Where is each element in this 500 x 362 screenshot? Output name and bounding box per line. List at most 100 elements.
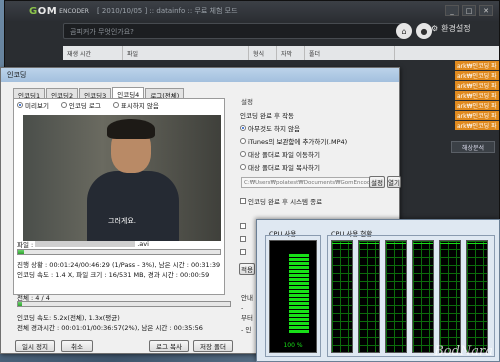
table-row[interactable]: ark₩인코딩 파	[455, 81, 499, 90]
table-row[interactable]: ark₩인코딩 파	[455, 121, 499, 130]
file-progress-fill	[18, 250, 25, 254]
checkbox-icon	[240, 236, 246, 242]
usage-segment	[289, 330, 309, 333]
analyze-button[interactable]: 해상분석	[451, 141, 495, 153]
after-encoding-options: 아무것도 하지 않음 iTunes의 보관함에 추가하기(.MP4) 대상 폴더…	[240, 123, 347, 172]
usage-segment	[289, 258, 309, 261]
file-label: 파일 :	[17, 241, 34, 249]
partial-checkbox[interactable]	[240, 236, 246, 242]
cpu-core-graph	[331, 240, 353, 353]
path-open-button[interactable]: 열기	[387, 176, 401, 188]
usage-segment	[289, 326, 309, 329]
search-input[interactable]: 곰피커가 무엇인가요?	[63, 23, 403, 39]
table-row[interactable]: ark₩인코딩 파	[455, 71, 499, 80]
radio-do-nothing[interactable]: 아무것도 하지 않음	[240, 123, 347, 133]
usage-segment	[289, 282, 309, 285]
close-icon[interactable]: ✕	[479, 5, 493, 16]
cpu-history-line	[413, 243, 433, 244]
cancel-button[interactable]: 취소	[61, 340, 93, 352]
guide-label: 안내	[241, 294, 253, 302]
maximize-icon[interactable]: □	[462, 5, 476, 16]
usage-segment	[289, 270, 309, 273]
cpu-history-line	[359, 243, 379, 244]
minimize-icon[interactable]: _	[445, 5, 459, 16]
column-header[interactable]: 형식	[249, 46, 277, 60]
cpu-history-line	[467, 243, 487, 244]
table-row[interactable]: ark₩인코딩 파	[455, 101, 499, 110]
chat-icon[interactable]: ●	[416, 23, 432, 39]
gom-logo: GOM	[29, 5, 58, 17]
settings-section-title: 설정	[241, 98, 253, 106]
queue-rows: ark₩인코딩 파 ark₩인코딩 파 ark₩인코딩 파 ark₩인코딩 파 …	[455, 61, 499, 131]
guide-text-3: - 인	[241, 326, 252, 334]
home-icon[interactable]: ⌂	[396, 23, 412, 39]
radio-icon	[60, 102, 67, 108]
cpu-core-graph	[412, 240, 434, 353]
usage-segment	[289, 306, 309, 309]
tab-encoding-4[interactable]: 인코딩4	[112, 87, 145, 99]
radio-itunes[interactable]: iTunes의 보관함에 추가하기(.MP4)	[240, 136, 347, 146]
column-header[interactable]: 자막	[277, 46, 305, 60]
pause-button[interactable]: 일시 정지	[15, 340, 55, 352]
apply-button-partial[interactable]: 적용	[239, 263, 255, 275]
table-row[interactable]: ark₩인코딩 파	[455, 91, 499, 100]
usage-segment	[289, 274, 309, 277]
radio-icon	[240, 138, 246, 144]
radio-encoding-log[interactable]: 인코딩 로그	[60, 100, 101, 110]
shutdown-checkbox[interactable]: 인코딩 완료 후 시스템 종료	[240, 196, 322, 206]
tab-encoding-3[interactable]: 인코딩3	[79, 88, 112, 100]
preview-mode-options: 미리보기 인코딩 로그 표시하지 않음	[17, 100, 159, 110]
radio-copy-file[interactable]: 대상 폴더로 파일 복사하기	[240, 162, 347, 172]
table-row[interactable]: ark₩인코딩 파	[455, 111, 499, 120]
usage-segment	[289, 278, 309, 281]
encoding-tabs: 인코딩1 인코딩2 인코딩3 인코딩4 로그(전체)	[13, 87, 185, 100]
window-controls: _ □ ✕	[445, 5, 493, 16]
queue-table-header: 재생 시간 파일 형식 자막 폴더	[63, 46, 499, 60]
usage-segment	[289, 302, 309, 305]
radio-hide[interactable]: 표시하지 않음	[112, 100, 159, 110]
column-header[interactable]: 재생 시간	[63, 46, 123, 60]
partial-checkbox[interactable]	[240, 223, 246, 229]
tab-encoding-1[interactable]: 인코딩1	[13, 88, 46, 100]
settings-button[interactable]: ⚙ 환경설정	[431, 23, 471, 34]
file-progress-bar	[17, 249, 221, 255]
radio-icon	[240, 151, 246, 157]
radio-move-file[interactable]: 대상 폴더로 파일 이동하기	[240, 149, 347, 159]
target-folder-path[interactable]: C:₩Users₩polatest₩Documents₩GomEncod	[241, 177, 381, 188]
gom-window-title: [ 2010/10/05 ] :: datainfo :: 무료 체험 모드	[96, 7, 238, 15]
file-name-row: 파일 : .avi	[17, 239, 149, 249]
usage-segment	[289, 318, 309, 321]
path-settings-button[interactable]: 설정	[369, 176, 385, 188]
partial-checkbox[interactable]	[240, 249, 246, 255]
usage-segment	[289, 290, 309, 293]
radio-selected-icon	[17, 102, 23, 108]
usage-segment	[289, 286, 309, 289]
radio-preview[interactable]: 미리보기	[17, 100, 49, 110]
guide-text-2: 부터	[241, 314, 253, 322]
radio-icon	[240, 164, 246, 170]
cpu-core-graph	[439, 240, 461, 353]
copy-log-button[interactable]: 로그 복사	[149, 340, 189, 352]
open-folder-button[interactable]: 저장 폴더	[193, 340, 233, 352]
cpu-usage-value: 100 %	[283, 342, 303, 349]
gom-title-bar: GOM ENCODER [ 2010/10/05 ] :: datainfo :…	[5, 1, 499, 21]
speed-status: 인코딩 속도 : 1.4 X, 파일 크기 : 16/531 MB, 경과 시간…	[17, 271, 210, 279]
column-header[interactable]: 파일	[123, 46, 249, 60]
cpu-core-graph	[385, 240, 407, 353]
table-row[interactable]: ark₩인코딩 파	[455, 61, 499, 70]
total-time: 전체 경과시간 : 00:01:01/00:36:57(2%), 남은 시간 :…	[17, 324, 203, 332]
total-speed: 인코딩 속도: 5.2x(전체), 1.3x(평균)	[17, 314, 120, 322]
usage-segment	[289, 254, 309, 257]
task-manager-cpu: CPU 사용 CPU 사용 현황 100 % BodNara	[256, 219, 500, 362]
dialog-title: 인코딩	[1, 68, 399, 82]
cpu-history-line	[440, 243, 460, 244]
cpu-history-line	[386, 243, 406, 244]
column-header[interactable]: 폴더	[305, 46, 395, 60]
cpu-core-graph	[358, 240, 380, 353]
progress-status: 진행 상황 : 00:01:24/00:46:29 (1/Pass - 3%),…	[17, 261, 221, 269]
tab-encoding-2[interactable]: 인코딩2	[46, 88, 79, 100]
checkbox-icon	[240, 223, 246, 229]
checkbox-icon	[240, 249, 246, 255]
guide-text-1: -	[241, 304, 244, 312]
tab-log-all[interactable]: 로그(전체)	[145, 88, 185, 100]
